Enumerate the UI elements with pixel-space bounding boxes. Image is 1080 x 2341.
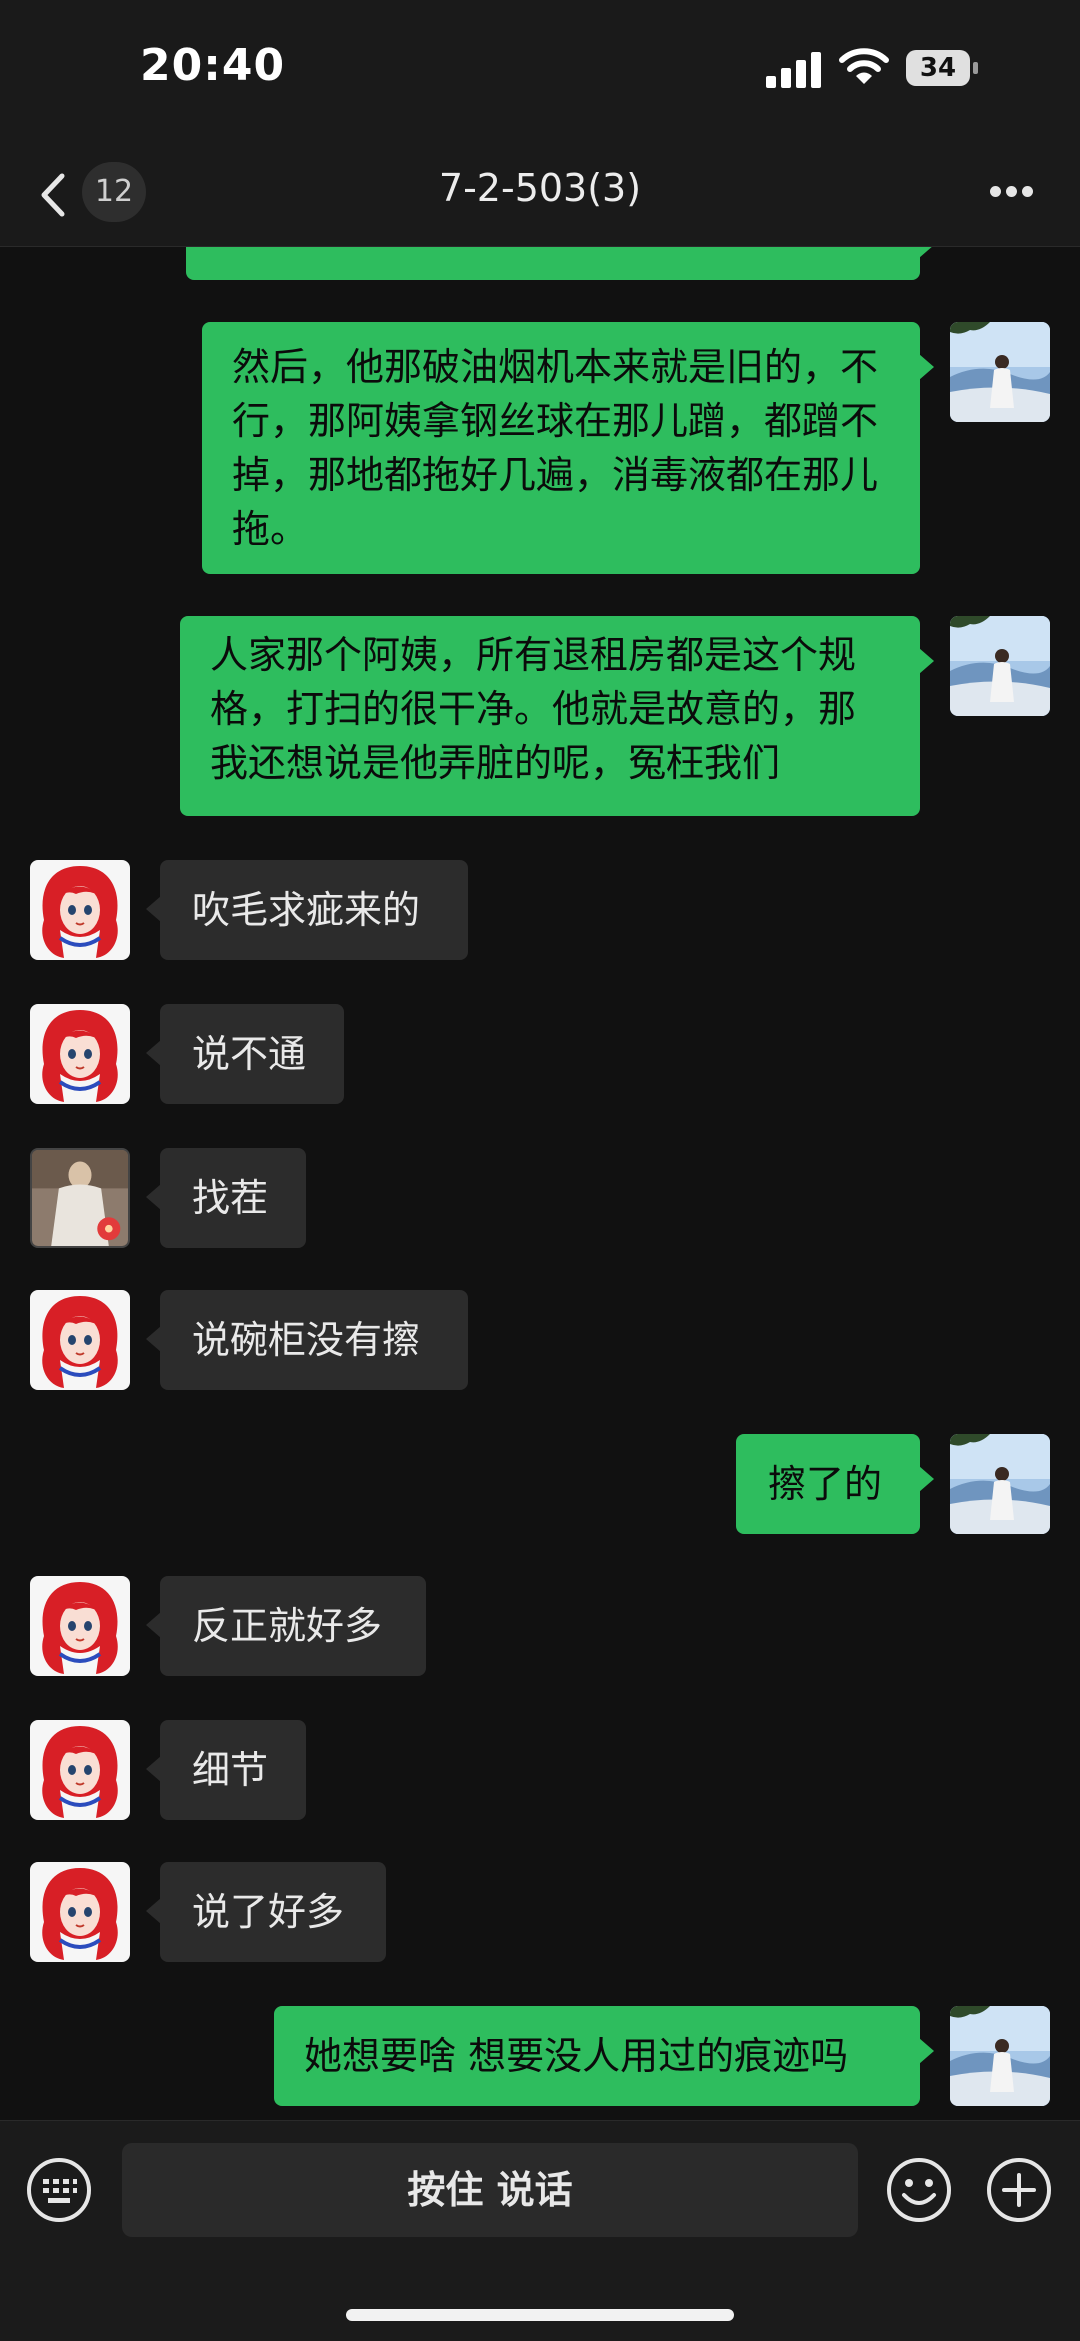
message-bubble-incoming: 吹毛求疵来的 [146,860,468,960]
my-avatar[interactable] [950,2006,1050,2106]
status-bar: 20:40 34 [0,0,1080,140]
my-avatar[interactable] [950,616,1050,716]
cellular-signal-icon [766,52,822,88]
message-bubble-incoming: 说不通 [146,1004,344,1104]
contact-avatar-mermaid[interactable] [30,1862,130,1962]
contact-avatar-mermaid[interactable] [30,860,130,960]
message-bubble-outgoing: 然后，他那破油烟机本来就是旧的，不行，那阿姨拿钢丝球在那儿蹭，都蹭不掉，那地都拖… [202,322,934,574]
emoji-icon[interactable] [886,2157,952,2223]
home-indicator[interactable] [346,2309,734,2321]
contact-avatar-mermaid[interactable] [30,1720,130,1820]
contact-avatar-mermaid[interactable] [30,1290,130,1390]
more-dots-icon[interactable] [990,186,1034,200]
message-bubble-outgoing: 擦了的 [736,1434,934,1534]
status-time: 20:40 [140,40,286,91]
keyboard-icon[interactable] [26,2157,92,2223]
chat-title: 7-2-503(3) [438,166,642,210]
message-bubble-incoming: 说了好多 [146,1862,386,1962]
hold-to-talk-button[interactable]: 按住 说话 [122,2143,858,2237]
wifi-icon [839,48,889,84]
chat-header: 12 7-2-503(3) [0,140,1080,247]
battery-level: 34 [919,53,957,83]
plus-icon[interactable] [986,2157,1052,2223]
contact-avatar-mermaid[interactable] [30,1004,130,1104]
message-bubble-incoming: 找茬 [146,1148,306,1248]
my-avatar[interactable] [950,322,1050,422]
contact-avatar-mermaid[interactable] [30,1576,130,1676]
battery-icon: 34 [906,50,980,90]
message-bubble-incoming: 细节 [146,1720,306,1820]
contact-avatar-photo[interactable] [30,1148,130,1248]
my-avatar[interactable] [950,1434,1050,1534]
message-bubble-incoming: 说碗柜没有擦 [146,1290,468,1390]
message-bubble-outgoing: 她想要啥 想要没人用过的痕迹吗 [274,2006,934,2106]
message-bubble-outgoing: 人家那个阿姨，所有退租房都是这个规格，打扫的很干净。他就是故意的，那我还想说是他… [180,616,934,816]
input-bar: 按住 说话 [0,2120,1080,2341]
message-bubble-incoming: 反正就好多 [146,1576,426,1676]
